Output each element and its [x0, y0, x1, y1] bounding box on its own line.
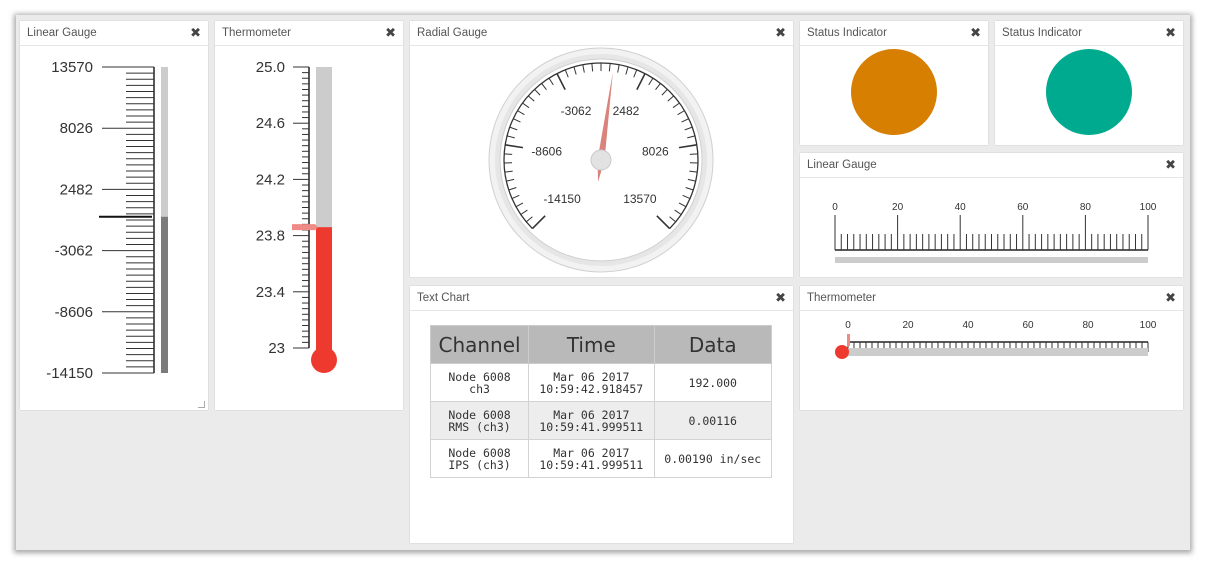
thermo-value-marker	[847, 334, 850, 346]
status-indicator-light	[1046, 49, 1132, 135]
gauge-label: -3062	[561, 104, 592, 118]
thermo-tick-label: 20	[902, 320, 914, 331]
panel-title: Linear Gauge	[800, 153, 1183, 178]
panel-status-indicator-2: Status Indicator ✖	[995, 21, 1183, 145]
column-header-data: Data	[653, 325, 773, 364]
gauge-tick-label: 40	[955, 202, 967, 213]
gauge-tick-label: -14150	[46, 365, 93, 382]
panel-title: Status Indicator	[800, 21, 988, 46]
gauge-label: 8026	[642, 144, 669, 158]
close-icon[interactable]: ✖	[970, 26, 981, 40]
close-icon[interactable]: ✖	[1165, 158, 1176, 172]
thermo-tick-label: 100	[1140, 320, 1157, 331]
gauge-tick-label: 60	[1017, 202, 1029, 213]
resize-handle-icon[interactable]	[198, 401, 205, 408]
thermo-tube	[848, 348, 1148, 356]
cell-data: 0.00190 in/sec	[653, 439, 773, 478]
panel-title: Radial Gauge	[410, 21, 793, 46]
text-chart-table: Channel Time Data Node 6008 ch3 Mar 06 20…	[429, 325, 773, 478]
thermo-value-marker	[292, 224, 318, 231]
gauge-tick-label: 100	[1140, 202, 1157, 213]
panel-title: Linear Gauge	[20, 21, 208, 46]
panel-status-indicator-1: Status Indicator ✖	[800, 21, 988, 145]
thermometer-horizontal: 0 20 40 60 80 100	[835, 320, 1157, 359]
gauge-tick-label: 0	[832, 202, 838, 213]
thermo-bulb	[311, 347, 337, 373]
thermo-tick-label: 23.4	[256, 284, 285, 301]
panel-linear-gauge-vertical: Linear Gauge ✖ 13570 8026 2482 -3062 -8606 -1…	[20, 21, 208, 410]
panel-text-chart: Text Chart ✖ Channel Time Data Node 6008…	[410, 286, 793, 543]
gauge-tick-label: 8026	[60, 120, 93, 137]
thermo-tick-label: 60	[1022, 320, 1034, 331]
thermometer-vertical: 25.0 24.6 24.2 23.8 23.4 23	[256, 59, 337, 373]
thermo-tick-label: 80	[1082, 320, 1094, 331]
cell-time: Mar 06 2017 10:59:41.999511	[528, 439, 655, 478]
radial-gauge: -14150 -8606 -3062 2482 8026 13570	[488, 47, 714, 273]
dashboard: Linear Gauge ✖ 13570 8026 2482 -3062 -8606 -1…	[16, 15, 1190, 550]
close-icon[interactable]: ✖	[190, 26, 201, 40]
thermo-fill	[316, 227, 332, 354]
close-icon[interactable]: ✖	[1165, 291, 1176, 305]
close-icon[interactable]: ✖	[1165, 26, 1176, 40]
thermo-bulb	[835, 345, 849, 359]
panel-title: Thermometer	[800, 286, 1183, 311]
gauge-tick-label: 80	[1080, 202, 1092, 213]
table-row: Node 6008 IPS (ch3) Mar 06 2017 10:59:41.9…	[429, 439, 773, 478]
panel-title: Text Chart	[410, 286, 793, 311]
gauge-hub	[590, 149, 612, 171]
panel-title: Thermometer	[215, 21, 403, 46]
thermo-tick-label: 23.8	[256, 228, 285, 245]
linear-gauge-vertical: 13570 8026 2482 -3062 -8606 -14150	[46, 59, 168, 382]
column-header-time: Time	[528, 325, 655, 364]
gauge-label: 13570	[623, 192, 657, 206]
cell-data: 0.00116	[653, 401, 773, 440]
gauge-tick-label: -3062	[55, 243, 93, 260]
gauge-label: 2482	[613, 104, 640, 118]
cell-data: 192.000	[653, 363, 773, 402]
status-indicator-light	[851, 49, 937, 135]
panel-thermometer-vertical: Thermometer ✖ 25.0 24.6 24.2 23.8 23.4 23	[215, 21, 403, 410]
cell-channel: Node 6008 ch3	[429, 363, 530, 402]
thermo-tick-label: 25.0	[256, 59, 285, 76]
table-row: Node 6008 ch3 Mar 06 2017 10:59:42.918457 …	[429, 363, 773, 402]
table-header-row: Channel Time Data	[429, 325, 773, 364]
thermo-tick-label: 24.2	[256, 171, 285, 188]
gauge-tick-label: 13570	[51, 59, 93, 76]
gauge-tick-label: 2482	[60, 181, 93, 198]
thermo-tick-label: 0	[845, 320, 851, 331]
panel-radial-gauge: Radial Gauge ✖ -14150 -8606 -3062 2482 8026 1…	[410, 21, 793, 277]
cell-time: Mar 06 2017 10:59:42.918457	[528, 363, 655, 402]
gauge-track	[835, 257, 1148, 263]
gauge-tick	[689, 153, 698, 155]
linear-gauge-horizontal: 0 20 40 60 80 100	[832, 202, 1157, 263]
gauge-tick-label: -8606	[55, 304, 93, 321]
column-header-channel: Channel	[429, 325, 530, 364]
cell-channel: Node 6008 IPS (ch3)	[429, 439, 530, 478]
close-icon[interactable]: ✖	[385, 26, 396, 40]
close-icon[interactable]: ✖	[775, 26, 786, 40]
cell-channel: Node 6008 RMS (ch3)	[429, 401, 530, 440]
gauge-tick	[504, 153, 513, 155]
cell-time: Mar 06 2017 10:59:41.999511	[528, 401, 655, 440]
gauge-fill	[161, 216, 168, 373]
gauge-tick-label: 20	[892, 202, 904, 213]
gauge-label: -8606	[531, 144, 562, 158]
panel-linear-gauge-horizontal: Linear Gauge ✖ 0 20 40 60 80 100	[800, 153, 1183, 277]
close-icon[interactable]: ✖	[775, 291, 786, 305]
panel-title: Status Indicator	[995, 21, 1183, 46]
thermo-tick-label: 23	[268, 340, 285, 357]
table-row: Node 6008 RMS (ch3) Mar 06 2017 10:59:41.9…	[429, 401, 773, 440]
panel-thermometer-horizontal: Thermometer ✖ 0 20 40 60 80 100	[800, 286, 1183, 410]
thermo-tick-label: 24.6	[256, 115, 285, 132]
thermo-tick-label: 40	[962, 320, 974, 331]
gauge-label: -14150	[543, 192, 581, 206]
